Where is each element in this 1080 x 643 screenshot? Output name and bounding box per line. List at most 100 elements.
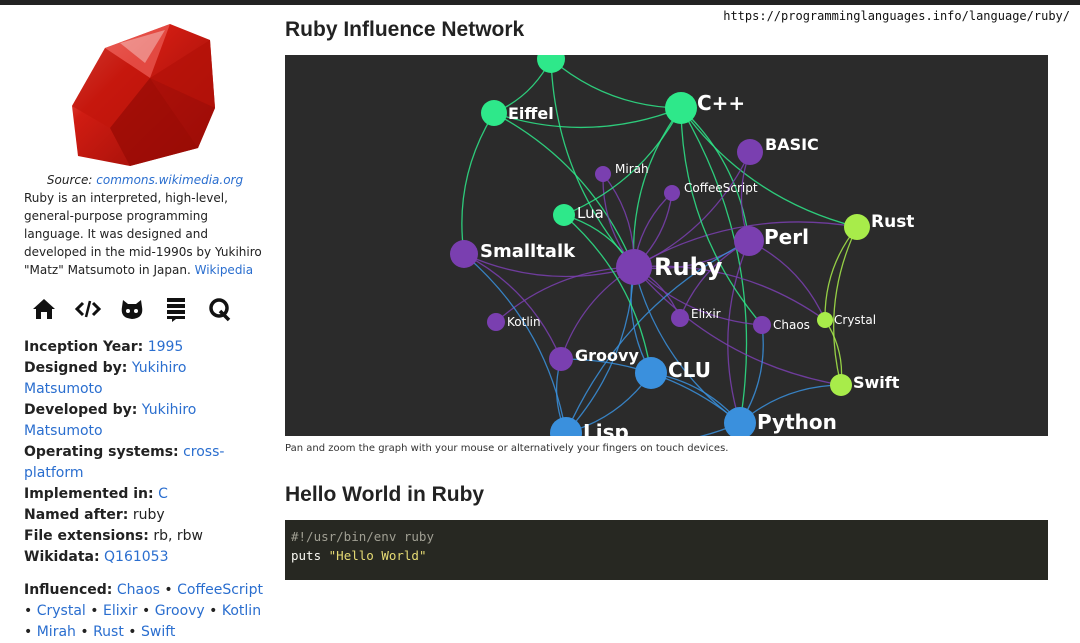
graph-node-label: Python bbox=[757, 410, 837, 434]
graph-edge bbox=[550, 58, 682, 109]
graph-node[interactable] bbox=[553, 204, 575, 226]
wikipedia-link[interactable]: Wikipedia bbox=[195, 263, 254, 277]
fact-label: Named after: bbox=[24, 507, 129, 523]
graph-node[interactable] bbox=[844, 214, 870, 240]
graph-node-label: Lisp bbox=[583, 420, 629, 436]
main-content: Ruby Influence Network Ada Eiffel C++ BASIC… bbox=[285, 18, 1048, 580]
graph-node[interactable] bbox=[635, 357, 667, 389]
influenced-link[interactable]: Rust bbox=[93, 624, 124, 640]
graph-edge bbox=[824, 226, 858, 321]
influenced-link[interactable]: Kotlin bbox=[222, 603, 261, 619]
code-string: "Hello World" bbox=[328, 548, 427, 563]
graph-node[interactable] bbox=[737, 139, 763, 165]
network-svg[interactable]: Ada Eiffel C++ BASIC Mirah CoffeeScript Lua Rus… bbox=[285, 55, 1048, 436]
graph-edge bbox=[495, 266, 635, 323]
graph-caption: Pan and zoom the graph with your mouse o… bbox=[285, 443, 729, 454]
influenced-list: Influenced: Chaos • CoffeeScript • Cryst… bbox=[24, 582, 263, 640]
graph-node[interactable] bbox=[450, 240, 478, 268]
fact-label: Wikidata: bbox=[24, 549, 100, 565]
code-keyword: puts bbox=[291, 548, 329, 563]
influence-network-graph[interactable]: Ada Eiffel C++ BASIC Mirah CoffeeScript Lua Rus… bbox=[285, 55, 1048, 436]
fact-value[interactable]: C bbox=[158, 486, 168, 502]
graph-node-label: Perl bbox=[764, 225, 809, 249]
graph-node[interactable] bbox=[481, 100, 507, 126]
fact-row: Named after: ruby bbox=[24, 505, 266, 526]
fact-label: Operating systems: bbox=[24, 444, 179, 460]
graph-edge bbox=[748, 240, 826, 321]
graph-edge bbox=[680, 107, 858, 228]
graph-node-label: Lua bbox=[577, 204, 604, 222]
graph-node-label: Swift bbox=[853, 373, 900, 392]
fact-value: ruby bbox=[132, 507, 165, 523]
graph-edge bbox=[461, 112, 495, 255]
graph-edge bbox=[463, 253, 567, 434]
fact-value: rb, rbw bbox=[153, 528, 203, 544]
description: Ruby is an interpreted, high-level, gene… bbox=[24, 189, 266, 279]
ruby-logo bbox=[72, 24, 215, 166]
graph-node[interactable] bbox=[664, 185, 680, 201]
graph-node-label: CLU bbox=[668, 358, 711, 382]
graph-node-label: CoffeeScript bbox=[684, 181, 758, 195]
influenced-link[interactable]: Groovy bbox=[155, 603, 205, 619]
github-icon[interactable] bbox=[118, 295, 146, 323]
link-icons bbox=[30, 295, 266, 323]
graph-node[interactable] bbox=[549, 347, 573, 371]
graph-node-label: C++ bbox=[697, 91, 745, 115]
fact-label: File extensions: bbox=[24, 528, 149, 544]
graph-node[interactable] bbox=[830, 374, 852, 396]
fact-row: File extensions: rb, rbw bbox=[24, 526, 266, 547]
fact-row: Implemented in: C bbox=[24, 484, 266, 505]
influenced-link[interactable]: Swift bbox=[141, 624, 175, 640]
code-icon[interactable] bbox=[74, 295, 102, 323]
influenced-link[interactable]: Chaos bbox=[117, 582, 160, 598]
graph-node-label: Eiffel bbox=[508, 104, 554, 123]
graph-node-label: Rust bbox=[871, 212, 914, 232]
graph-node-label: BASIC bbox=[765, 135, 819, 154]
network-title: Ruby Influence Network bbox=[285, 18, 525, 41]
graph-node-label: Mirah bbox=[615, 162, 649, 176]
fact-row: Wikidata: Q161053 bbox=[24, 547, 266, 568]
graph-edge bbox=[633, 266, 741, 424]
code-line-puts: puts "Hello World" bbox=[291, 546, 1042, 565]
graph-node-label: Ada bbox=[559, 55, 594, 59]
hello-world-title: Hello World in Ruby bbox=[285, 483, 485, 506]
graph-edge bbox=[680, 107, 750, 242]
fact-row: Inception Year: 1995 bbox=[24, 337, 266, 358]
fact-value[interactable]: Q161053 bbox=[104, 549, 168, 565]
graph-node[interactable] bbox=[671, 309, 689, 327]
graph-node[interactable] bbox=[595, 166, 611, 182]
graph-node[interactable] bbox=[487, 313, 505, 331]
graph-node[interactable] bbox=[734, 226, 764, 256]
influenced-label: Influenced: bbox=[24, 582, 113, 598]
graph-node-label: Elixir bbox=[691, 307, 721, 321]
graph-node-label: Chaos bbox=[773, 318, 810, 332]
influenced-link[interactable]: Elixir bbox=[103, 603, 138, 619]
fact-label: Designed by: bbox=[24, 360, 128, 376]
sidebar: Source: commons.wikimedia.org Ruby is an… bbox=[24, 14, 266, 643]
top-bar bbox=[0, 0, 1080, 5]
graph-node[interactable] bbox=[753, 316, 771, 334]
fact-label: Inception Year: bbox=[24, 339, 144, 355]
influenced-link[interactable]: CoffeeScript bbox=[177, 582, 263, 598]
graph-node[interactable] bbox=[817, 312, 833, 328]
graph-node[interactable] bbox=[665, 92, 697, 124]
fact-value[interactable]: 1995 bbox=[148, 339, 184, 355]
source-prefix: Source: bbox=[46, 173, 93, 187]
influenced-link[interactable]: Mirah bbox=[37, 624, 76, 640]
quora-icon[interactable] bbox=[206, 295, 234, 323]
fact-label: Developed by: bbox=[24, 402, 138, 418]
fact-label: Implemented in: bbox=[24, 486, 154, 502]
graph-node-label: Groovy bbox=[575, 346, 639, 365]
stack-icon[interactable] bbox=[162, 295, 190, 323]
graph-edge bbox=[833, 226, 858, 386]
graph-node-label: Kotlin bbox=[507, 315, 541, 329]
fact-row: Operating systems: cross-platform bbox=[24, 442, 266, 484]
home-icon[interactable] bbox=[30, 295, 58, 323]
fact-row: Designed by: Yukihiro Matsumoto bbox=[24, 358, 266, 400]
code-block: #!/usr/bin/env ruby puts "Hello World" bbox=[285, 520, 1048, 580]
source-link[interactable]: commons.wikimedia.org bbox=[96, 173, 243, 187]
graph-node[interactable] bbox=[616, 249, 652, 285]
image-source: Source: commons.wikimedia.org bbox=[24, 173, 266, 187]
influenced-link[interactable]: Crystal bbox=[37, 603, 86, 619]
graph-node-label: Smalltalk bbox=[480, 241, 576, 262]
